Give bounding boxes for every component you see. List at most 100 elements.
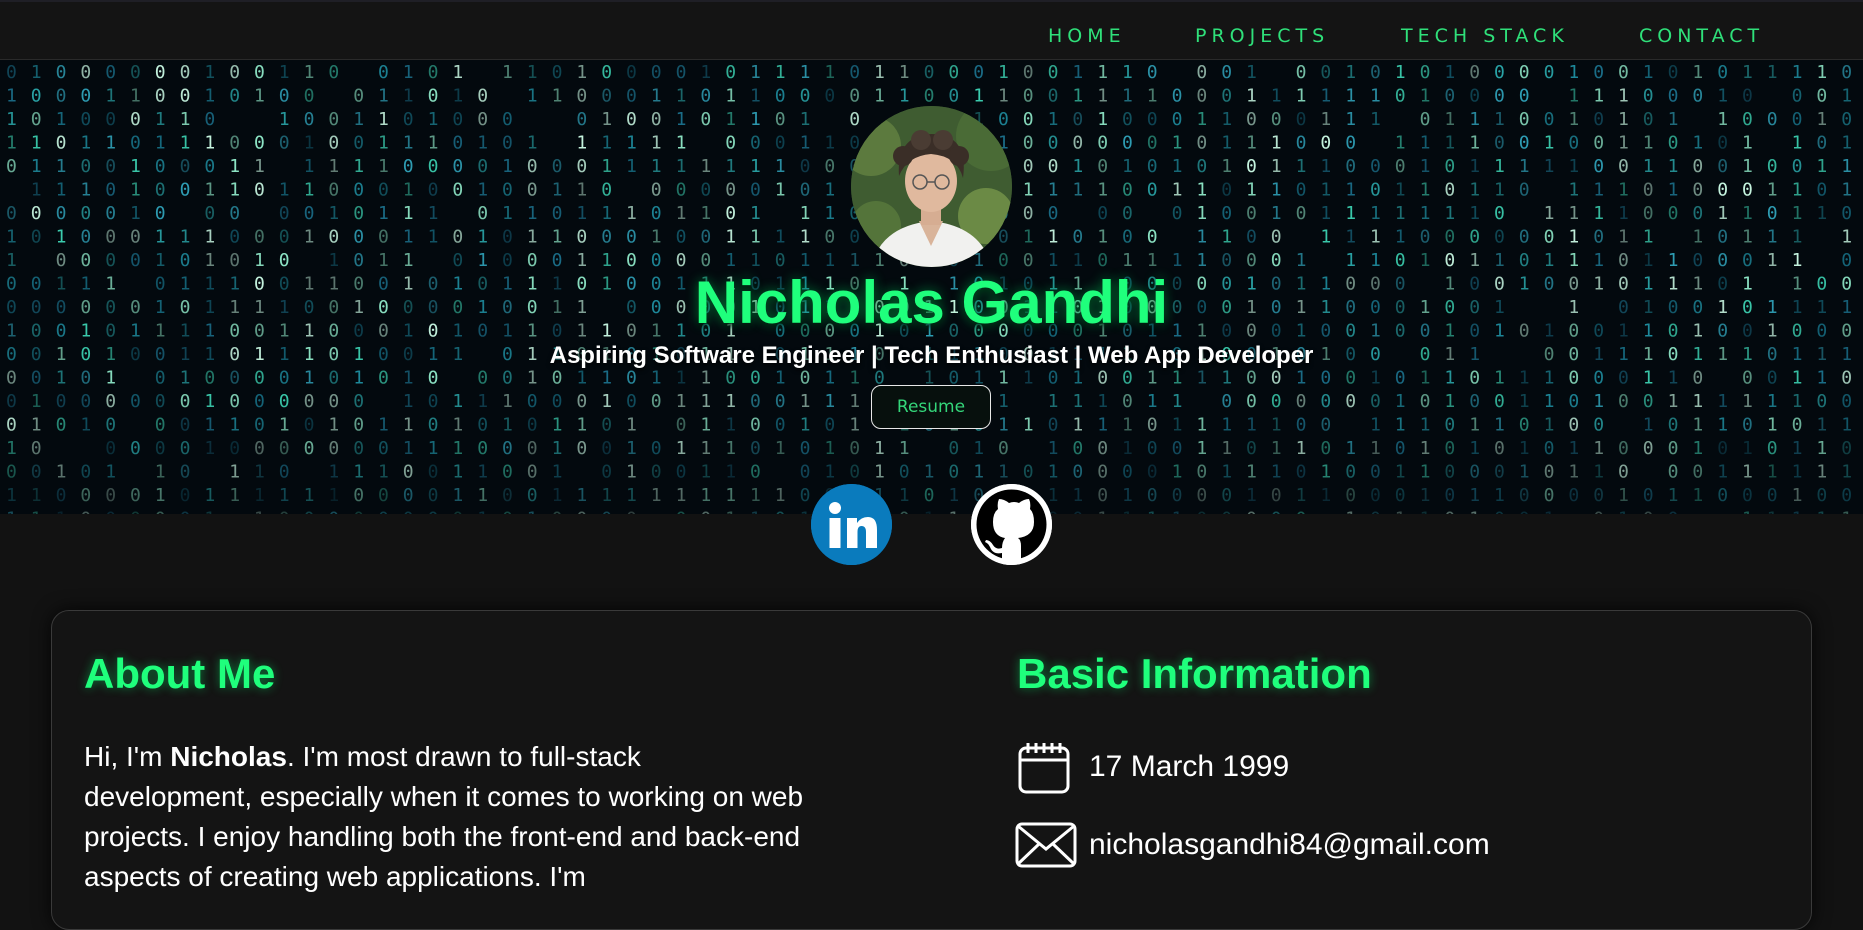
svg-text:0: 0 bbox=[229, 203, 240, 224]
mail-icon bbox=[1015, 815, 1077, 875]
svg-text:0: 0 bbox=[1593, 227, 1604, 248]
svg-text:0: 0 bbox=[6, 203, 17, 224]
svg-text:1: 1 bbox=[1147, 368, 1158, 389]
svg-text:0: 0 bbox=[378, 180, 389, 201]
svg-text:0: 0 bbox=[1023, 86, 1034, 107]
svg-text:0: 0 bbox=[1196, 62, 1207, 83]
svg-text:1: 1 bbox=[130, 203, 141, 224]
svg-text:0: 0 bbox=[626, 109, 637, 130]
github-link[interactable] bbox=[971, 484, 1052, 565]
svg-text:0: 0 bbox=[725, 62, 736, 83]
svg-text:0: 0 bbox=[1023, 203, 1034, 224]
svg-text:0: 0 bbox=[477, 203, 488, 224]
svg-text:0: 0 bbox=[1618, 156, 1629, 177]
svg-text:0: 0 bbox=[378, 227, 389, 248]
svg-text:0: 0 bbox=[1444, 86, 1455, 107]
svg-text:0: 0 bbox=[452, 133, 463, 154]
svg-text:0: 0 bbox=[31, 109, 42, 130]
nav-link-tech-stack[interactable]: TECH STACK bbox=[1401, 25, 1569, 47]
svg-text:1: 1 bbox=[800, 109, 811, 130]
svg-text:0: 0 bbox=[304, 86, 315, 107]
svg-text:0: 0 bbox=[750, 133, 761, 154]
svg-text:0: 0 bbox=[1593, 133, 1604, 154]
svg-text:0: 0 bbox=[725, 368, 736, 389]
svg-text:1: 1 bbox=[105, 86, 116, 107]
svg-text:1: 1 bbox=[428, 133, 439, 154]
hero-tagline: Aspiring Software Engineer | Tech Enthus… bbox=[549, 342, 1314, 369]
svg-text:1: 1 bbox=[304, 156, 315, 177]
svg-text:1: 1 bbox=[403, 62, 414, 83]
svg-text:0: 0 bbox=[254, 180, 265, 201]
svg-text:0: 0 bbox=[1370, 62, 1381, 83]
svg-text:0: 0 bbox=[279, 203, 290, 224]
nav-link-home[interactable]: HOME bbox=[1048, 25, 1126, 47]
svg-text:1: 1 bbox=[1196, 180, 1207, 201]
svg-text:1: 1 bbox=[229, 180, 240, 201]
svg-text:0: 0 bbox=[1767, 203, 1778, 224]
svg-text:1: 1 bbox=[6, 133, 17, 154]
svg-text:0: 0 bbox=[750, 180, 761, 201]
svg-text:0: 0 bbox=[1494, 86, 1505, 107]
svg-text:0: 0 bbox=[924, 62, 935, 83]
resume-button[interactable]: Resume bbox=[871, 385, 991, 429]
svg-text:1: 1 bbox=[1444, 133, 1455, 154]
svg-text:0: 0 bbox=[1792, 109, 1803, 130]
svg-text:0: 0 bbox=[1717, 156, 1728, 177]
svg-text:1: 1 bbox=[725, 86, 736, 107]
svg-text:0: 0 bbox=[1544, 227, 1555, 248]
svg-text:1: 1 bbox=[1395, 62, 1406, 83]
svg-text:1: 1 bbox=[626, 156, 637, 177]
svg-text:1: 1 bbox=[403, 133, 414, 154]
svg-text:1: 1 bbox=[204, 62, 215, 83]
svg-text:1: 1 bbox=[1767, 227, 1778, 248]
svg-text:0: 0 bbox=[800, 156, 811, 177]
svg-text:0: 0 bbox=[1320, 133, 1331, 154]
svg-text:0: 0 bbox=[700, 109, 711, 130]
svg-text:0: 0 bbox=[1841, 203, 1852, 224]
svg-text:1: 1 bbox=[1618, 109, 1629, 130]
svg-text:0: 0 bbox=[552, 62, 563, 83]
svg-text:1: 1 bbox=[155, 109, 166, 130]
nav-link-projects[interactable]: PROJECTS bbox=[1195, 25, 1329, 47]
svg-text:1: 1 bbox=[1221, 368, 1232, 389]
svg-text:1: 1 bbox=[626, 203, 637, 224]
nav-link-contact[interactable]: CONTACT bbox=[1639, 25, 1764, 47]
svg-text:1: 1 bbox=[105, 368, 116, 389]
svg-text:0: 0 bbox=[180, 62, 191, 83]
svg-text:0: 0 bbox=[428, 62, 439, 83]
svg-text:1: 1 bbox=[403, 227, 414, 248]
github-icon bbox=[971, 484, 1052, 565]
svg-text:1: 1 bbox=[1296, 368, 1307, 389]
svg-text:0: 0 bbox=[1519, 86, 1530, 107]
svg-text:1: 1 bbox=[1816, 62, 1827, 83]
svg-text:1: 1 bbox=[1717, 86, 1728, 107]
svg-text:0: 0 bbox=[1172, 109, 1183, 130]
svg-text:1: 1 bbox=[1271, 203, 1282, 224]
svg-text:1: 1 bbox=[1023, 368, 1034, 389]
svg-text:1: 1 bbox=[1072, 86, 1083, 107]
svg-text:1: 1 bbox=[1841, 86, 1852, 107]
svg-text:1: 1 bbox=[1072, 62, 1083, 83]
svg-text:0: 0 bbox=[1147, 156, 1158, 177]
svg-text:1: 1 bbox=[1122, 86, 1133, 107]
svg-text:0: 0 bbox=[1271, 227, 1282, 248]
svg-text:0: 0 bbox=[527, 156, 538, 177]
svg-text:0: 0 bbox=[552, 368, 563, 389]
svg-text:0: 0 bbox=[1469, 62, 1480, 83]
svg-text:0: 0 bbox=[1494, 133, 1505, 154]
svg-text:1: 1 bbox=[1767, 62, 1778, 83]
svg-text:1: 1 bbox=[304, 180, 315, 201]
svg-text:1: 1 bbox=[700, 368, 711, 389]
svg-text:1: 1 bbox=[1271, 156, 1282, 177]
svg-text:1: 1 bbox=[1643, 227, 1654, 248]
svg-text:1: 1 bbox=[576, 203, 587, 224]
svg-text:0: 0 bbox=[1221, 62, 1232, 83]
svg-text:1: 1 bbox=[1618, 227, 1629, 248]
svg-text:0: 0 bbox=[353, 180, 364, 201]
svg-text:0: 0 bbox=[1296, 109, 1307, 130]
svg-text:1: 1 bbox=[31, 180, 42, 201]
svg-text:0: 0 bbox=[31, 86, 42, 107]
linkedin-link[interactable] bbox=[811, 484, 892, 565]
svg-text:0: 0 bbox=[130, 133, 141, 154]
svg-text:1: 1 bbox=[1668, 109, 1679, 130]
